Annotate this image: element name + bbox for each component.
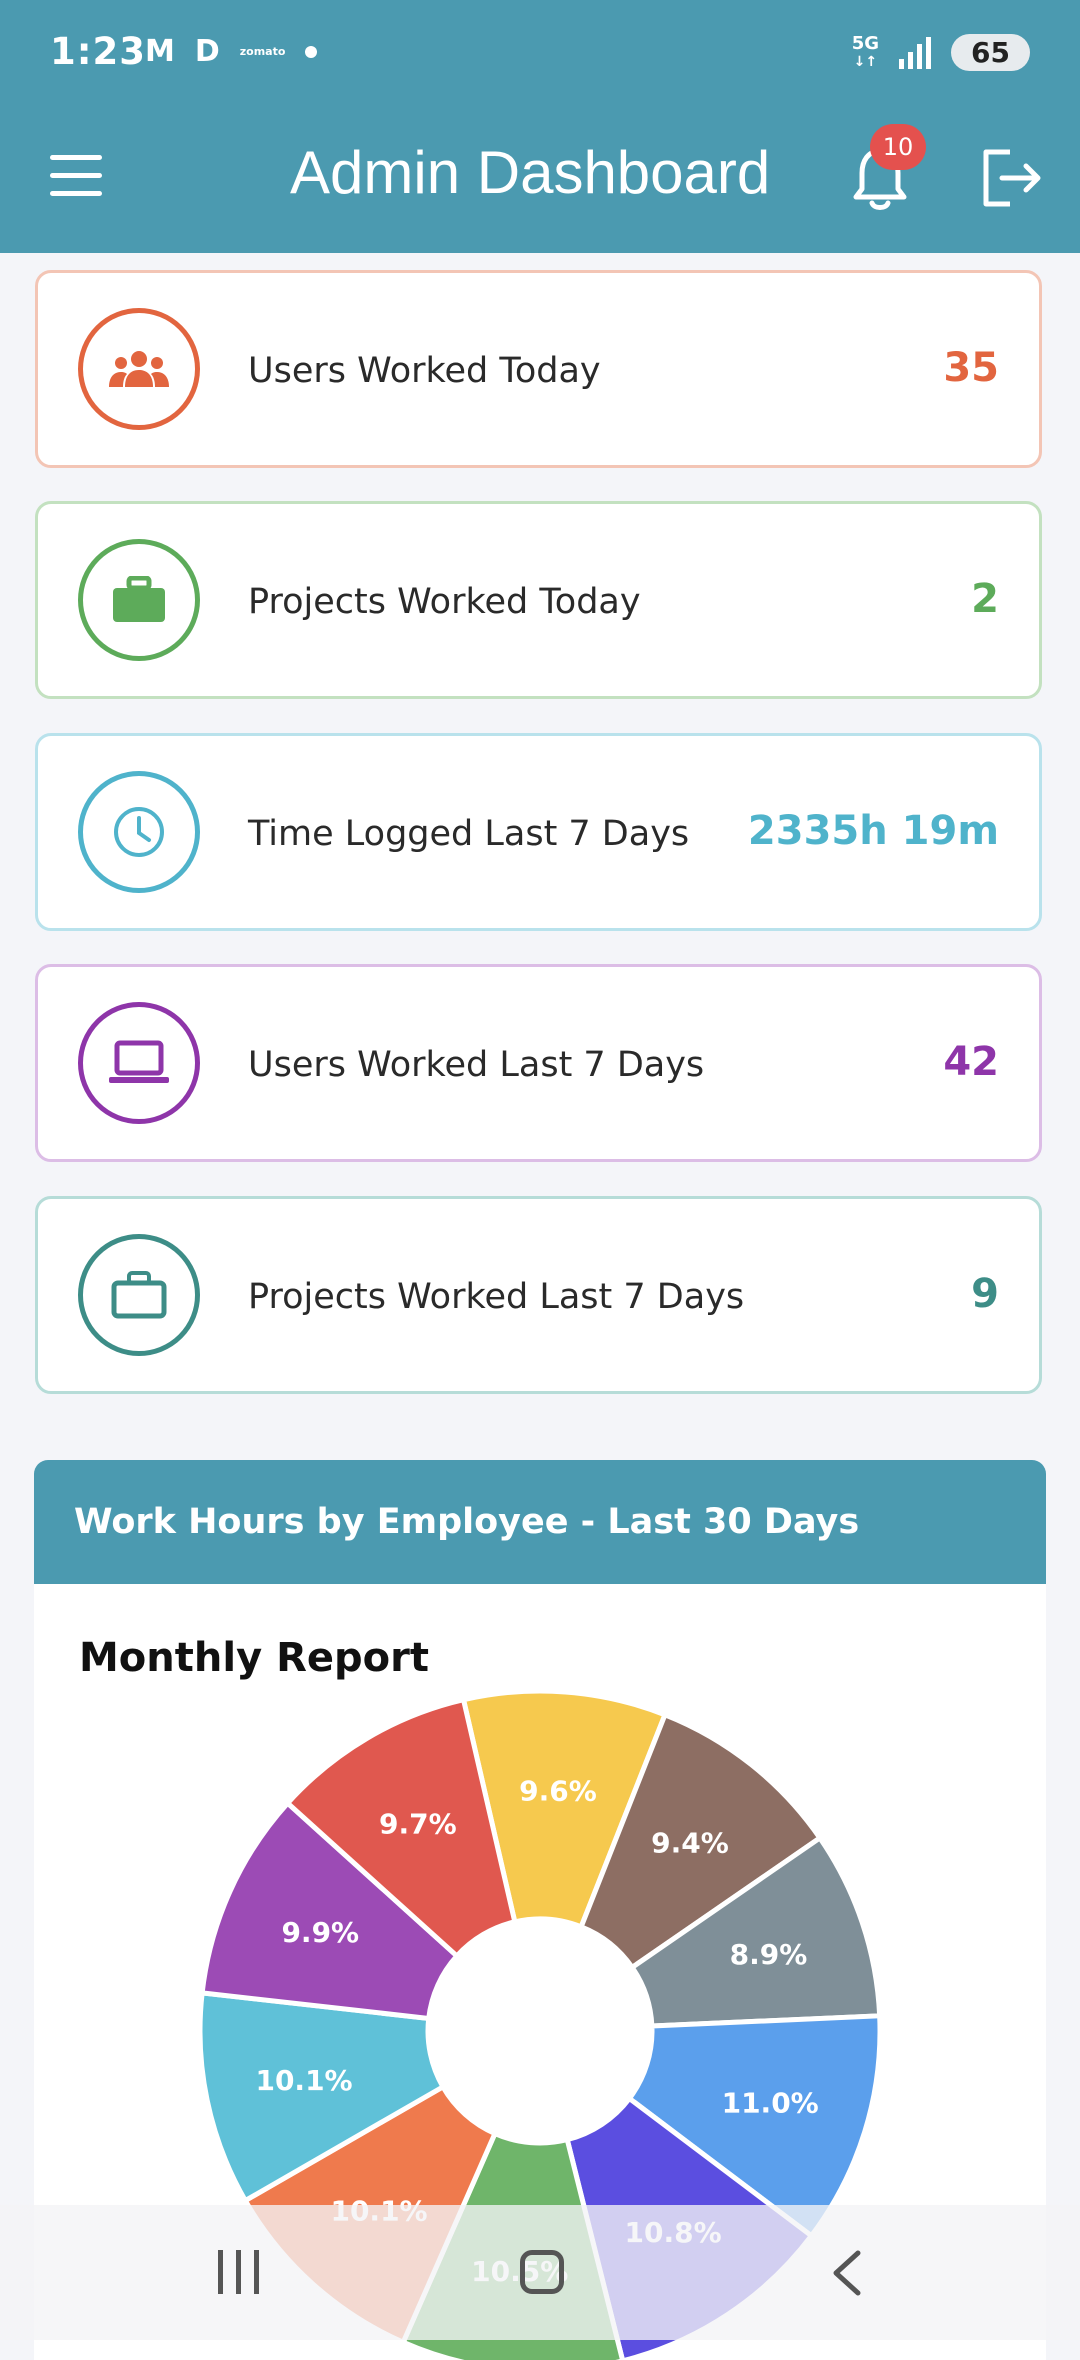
recent-icon-bar xyxy=(236,2250,241,2294)
stat-value: 35 xyxy=(943,345,999,391)
stat-value: 42 xyxy=(943,1039,999,1085)
clock-icon xyxy=(78,771,200,893)
recent-icon-bar xyxy=(254,2250,259,2294)
app-icon-zomato: zomato xyxy=(239,45,286,58)
network-label: 5G xyxy=(851,32,880,54)
stat-label: Users Worked Last 7 Days xyxy=(248,1045,705,1085)
stat-value: 9 xyxy=(971,1271,999,1317)
pie-slice-label: 10.1% xyxy=(255,2064,352,2097)
pie-center-hole xyxy=(428,1919,652,2143)
app-icon-d: D xyxy=(194,34,220,69)
laptop-icon-glyph xyxy=(109,1040,169,1083)
stat-label: Time Logged Last 7 Days xyxy=(248,814,690,854)
status-time: 1:23 xyxy=(50,30,147,73)
back-icon[interactable] xyxy=(830,2249,864,2297)
pie-slice-label: 9.4% xyxy=(651,1826,729,1859)
stat-value: 2335h 19m xyxy=(747,808,999,854)
menu-icon-bar xyxy=(50,191,102,196)
pie-slice-label: 9.9% xyxy=(281,1916,359,1949)
app-bar: 1:23 M D zomato 5G ↓↑ 65 Admin Dashboard xyxy=(0,0,1080,253)
clock-icon-glyph xyxy=(114,807,164,857)
network-icon: 5G ↓↑ xyxy=(851,32,880,71)
app-icon-m: M xyxy=(145,34,175,69)
briefcase-icon-glyph xyxy=(113,576,165,622)
system-nav-bar xyxy=(0,2205,1080,2340)
status-app-icons: M D zomato xyxy=(145,34,318,69)
stat-label: Projects Worked Today xyxy=(248,582,641,622)
notification-badge[interactable]: 10 xyxy=(870,124,926,170)
stat-card-users-week[interactable]: Users Worked Last 7 Days 42 xyxy=(35,964,1042,1162)
status-right: 5G ↓↑ 65 xyxy=(852,34,1030,71)
home-button[interactable] xyxy=(520,2250,564,2294)
stat-card-users-today[interactable]: Users Worked Today 35 xyxy=(35,270,1042,468)
signal-icon xyxy=(899,36,932,69)
stat-card-time-logged[interactable]: Time Logged Last 7 Days 2335h 19m xyxy=(35,733,1042,931)
users-icon-glyph xyxy=(109,351,169,387)
stat-label: Users Worked Today xyxy=(248,351,601,391)
pie-slice-label: 11.0% xyxy=(722,2086,819,2119)
network-arrows-icon: ↓↑ xyxy=(853,53,878,70)
briefcase-outline-icon xyxy=(78,1234,200,1356)
notification-dot-icon xyxy=(305,45,318,58)
status-bar: 1:23 M D zomato 5G ↓↑ 65 xyxy=(0,0,1080,110)
menu-button[interactable] xyxy=(50,155,106,199)
recent-icon-bar xyxy=(218,2250,223,2294)
page-title: Admin Dashboard xyxy=(290,139,771,206)
menu-icon-bar xyxy=(50,155,102,160)
pie-slice-label: 8.9% xyxy=(730,1938,808,1971)
briefcase-icon xyxy=(78,539,200,661)
stat-card-projects-today[interactable]: Projects Worked Today 2 xyxy=(35,501,1042,699)
pie-slice-label: 9.7% xyxy=(379,1807,457,1840)
stat-label: Projects Worked Last 7 Days xyxy=(248,1277,745,1317)
logout-icon[interactable] xyxy=(980,148,1044,208)
briefcase-outline-icon-glyph xyxy=(111,1271,167,1319)
battery-level: 65 xyxy=(951,34,1030,71)
laptop-icon xyxy=(78,1002,200,1124)
stat-value: 2 xyxy=(971,576,999,622)
menu-icon-bar xyxy=(50,173,102,178)
pie-slice-label: 9.6% xyxy=(519,1775,597,1808)
users-icon xyxy=(78,308,200,430)
stat-card-projects-week[interactable]: Projects Worked Last 7 Days 9 xyxy=(35,1196,1042,1394)
